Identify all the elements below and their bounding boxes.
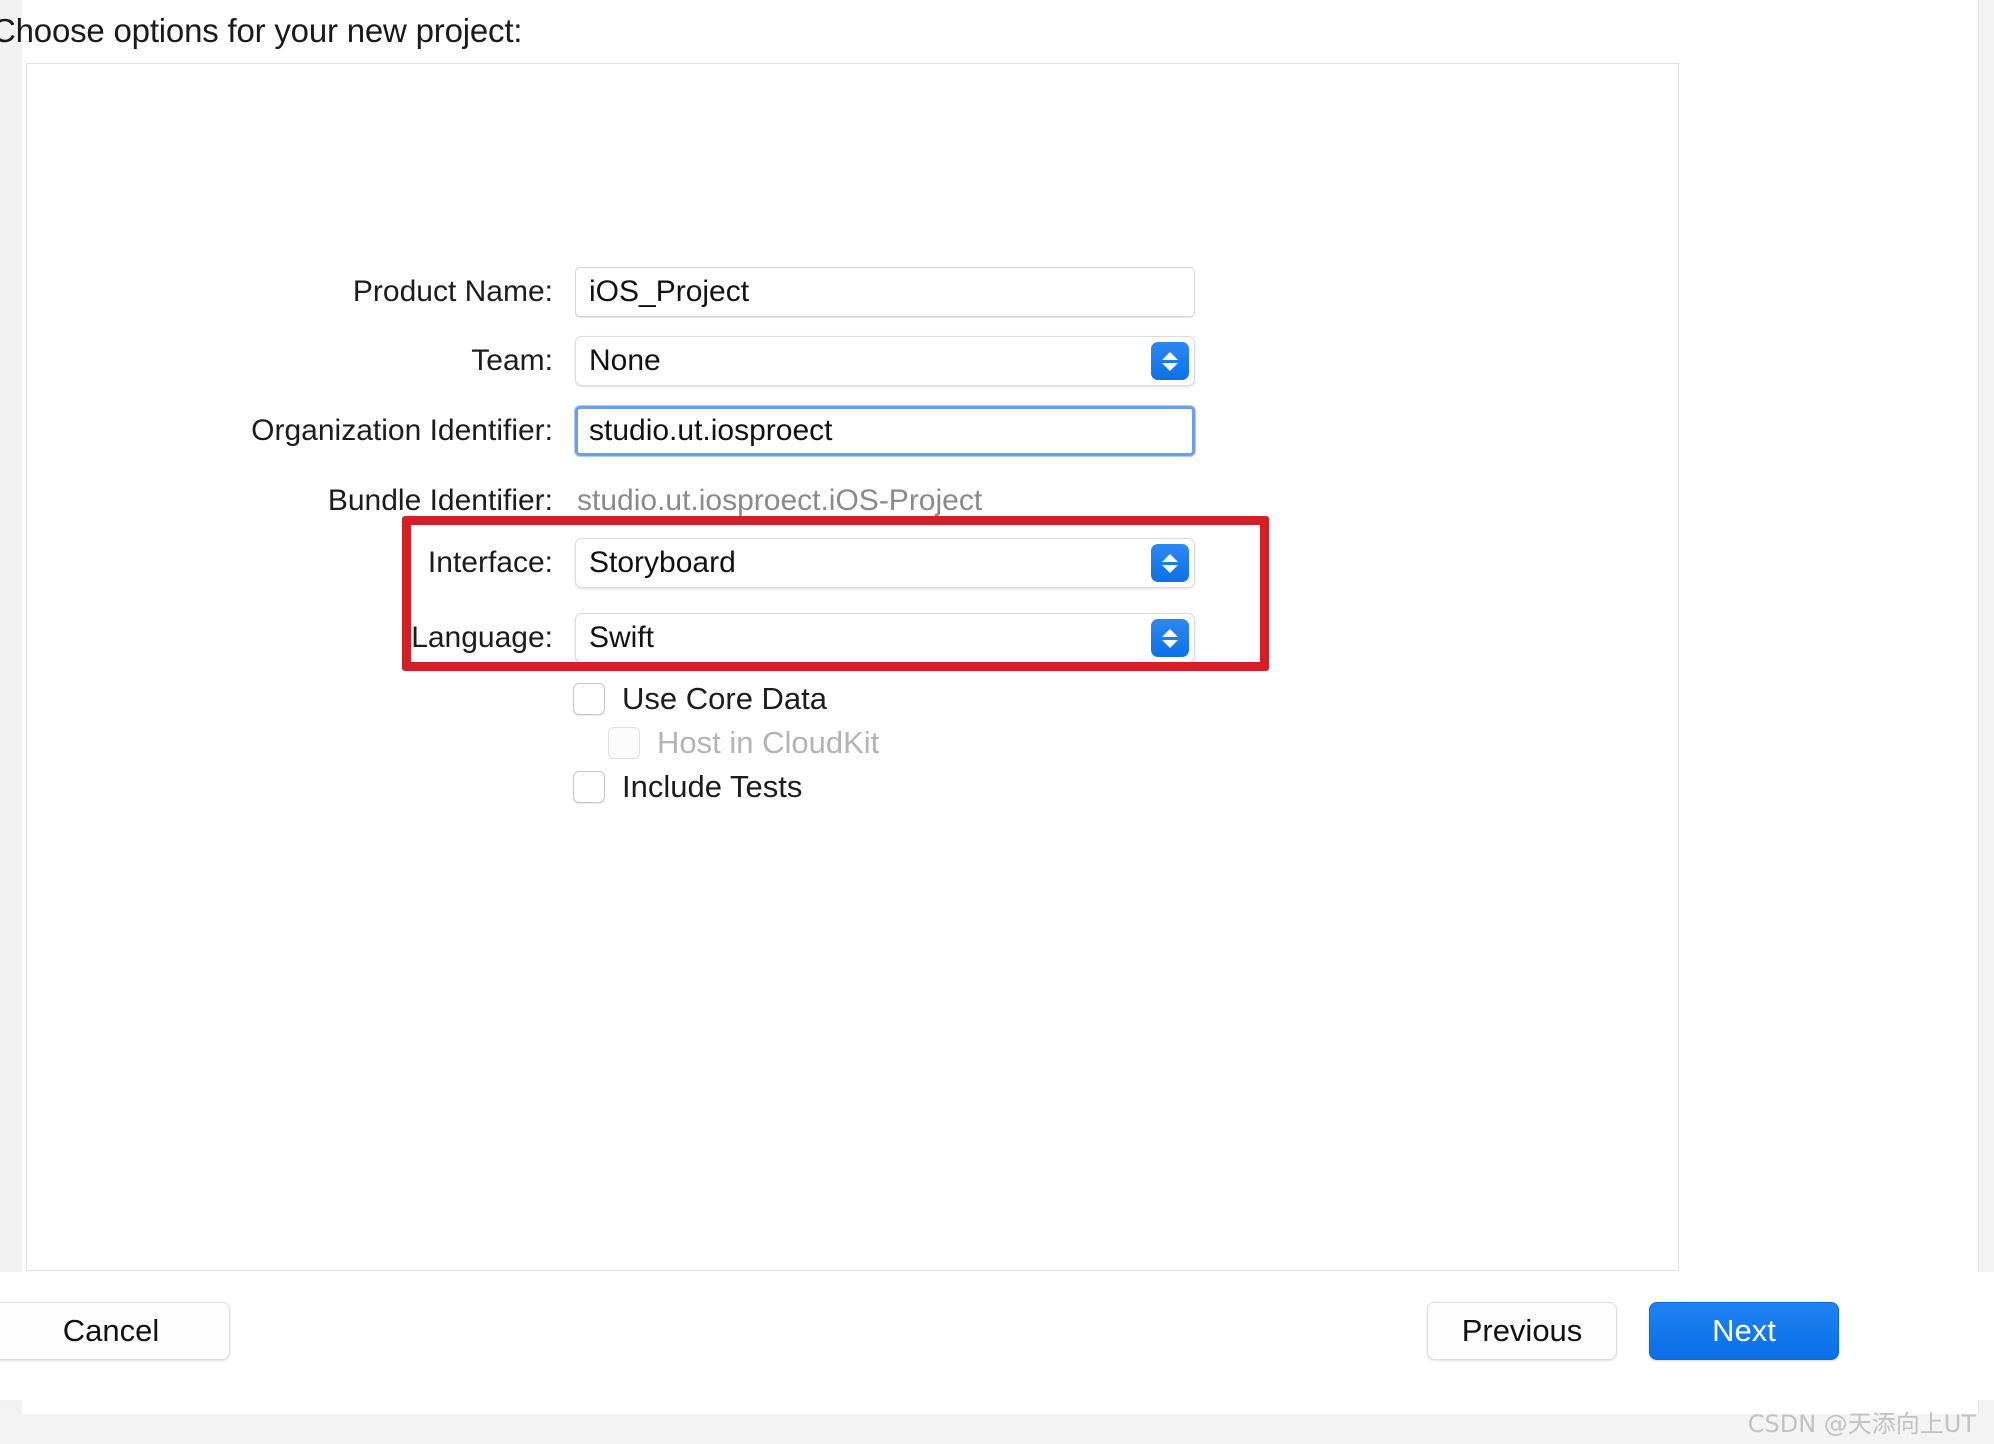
product-name-input[interactable]: iOS_Project — [575, 267, 1195, 317]
product-name-label: Product Name: — [352, 275, 553, 308]
options-panel: Product Name: iOS_Project Team: None Org… — [26, 63, 1679, 1271]
page-title: Choose options for your new project: — [0, 12, 523, 49]
team-value: None — [589, 344, 661, 377]
organization-identifier-label: Organization Identifier: — [251, 414, 553, 447]
include-tests-label: Include Tests — [622, 769, 803, 804]
bottom-strip — [0, 1414, 1994, 1444]
interface-value: Storyboard — [589, 546, 736, 579]
language-dropdown[interactable]: Swift — [575, 613, 1195, 663]
watermark: CSDN @天添向上UT — [1747, 1410, 1976, 1438]
chevron-up-icon — [1162, 628, 1178, 637]
team-label: Team: — [471, 344, 553, 377]
interface-dropdown[interactable]: Storyboard — [575, 538, 1195, 588]
language-value: Swift — [589, 621, 655, 654]
form-row-product-name: Product Name: iOS_Project — [27, 266, 1680, 318]
chevron-up-down-icon[interactable] — [1151, 619, 1189, 657]
host-in-cloudkit-checkbox — [608, 727, 640, 759]
previous-button[interactable]: Previous — [1427, 1302, 1617, 1360]
use-core-data-checkbox[interactable] — [573, 683, 605, 715]
interface-label: Interface: — [427, 546, 553, 579]
bundle-identifier-label: Bundle Identifier: — [327, 484, 553, 517]
team-dropdown[interactable]: None — [575, 336, 1195, 386]
left-gutter — [0, 0, 22, 1444]
checkbox-row-use-core-data[interactable]: Use Core Data — [573, 681, 827, 717]
language-label: Language: — [411, 621, 553, 654]
cancel-button[interactable]: Cancel — [0, 1302, 230, 1360]
checkbox-row-include-tests[interactable]: Include Tests — [573, 769, 802, 805]
chevron-up-down-icon[interactable] — [1151, 544, 1189, 582]
organization-identifier-input[interactable]: studio.ut.iosproect — [575, 406, 1195, 456]
project-options-form: Product Name: iOS_Project Team: None Org… — [27, 64, 1680, 1272]
form-row-organization-identifier: Organization Identifier: studio.ut.iospr… — [27, 405, 1680, 457]
form-row-team: Team: None — [27, 335, 1680, 387]
chevron-down-icon — [1162, 564, 1178, 573]
form-row-bundle-identifier: Bundle Identifier: studio.ut.iosproect.i… — [27, 475, 1680, 527]
right-gutter — [1978, 0, 1994, 1444]
checkbox-row-host-in-cloudkit: Host in CloudKit — [608, 725, 879, 761]
use-core-data-label: Use Core Data — [622, 681, 828, 716]
form-row-interface: Interface: Storyboard — [27, 537, 1680, 589]
bundle-identifier-value: studio.ut.iosproect.iOS-Project — [577, 484, 983, 517]
form-row-language: Language: Swift — [27, 612, 1680, 664]
next-button[interactable]: Next — [1649, 1302, 1839, 1360]
host-in-cloudkit-label: Host in CloudKit — [657, 725, 880, 760]
chevron-up-icon — [1162, 351, 1178, 360]
include-tests-checkbox[interactable] — [573, 771, 605, 803]
chevron-up-down-icon[interactable] — [1151, 342, 1189, 380]
new-project-options-dialog: Choose options for your new project: Pro… — [0, 0, 1994, 1444]
chevron-up-icon — [1162, 553, 1178, 562]
chevron-down-icon — [1162, 362, 1178, 371]
dialog-footer: Cancel Previous Next — [0, 1272, 1994, 1400]
chevron-down-icon — [1162, 639, 1178, 648]
